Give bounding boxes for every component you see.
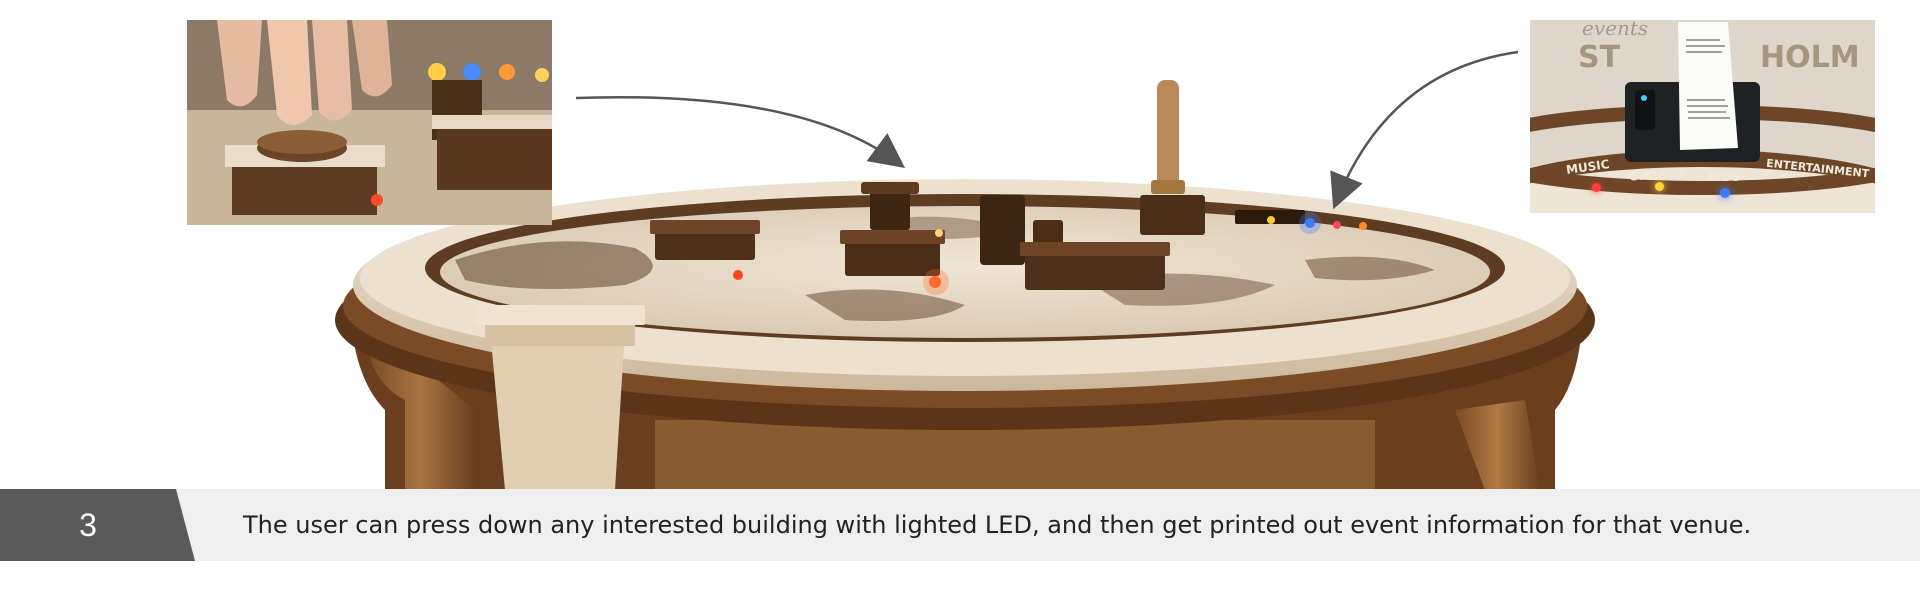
inset-photo-pressing-building [187, 20, 552, 225]
caption-bar: 3 The user can press down any interested… [0, 489, 1920, 561]
slide: events ST HOLM MUSIC SPORTS KIDS ENTERTA… [0, 0, 1920, 600]
slide-number: 3 [79, 507, 97, 543]
inset-photo-receipt-printer [1530, 20, 1875, 213]
slide-caption: The user can press down any interested b… [243, 511, 1752, 539]
